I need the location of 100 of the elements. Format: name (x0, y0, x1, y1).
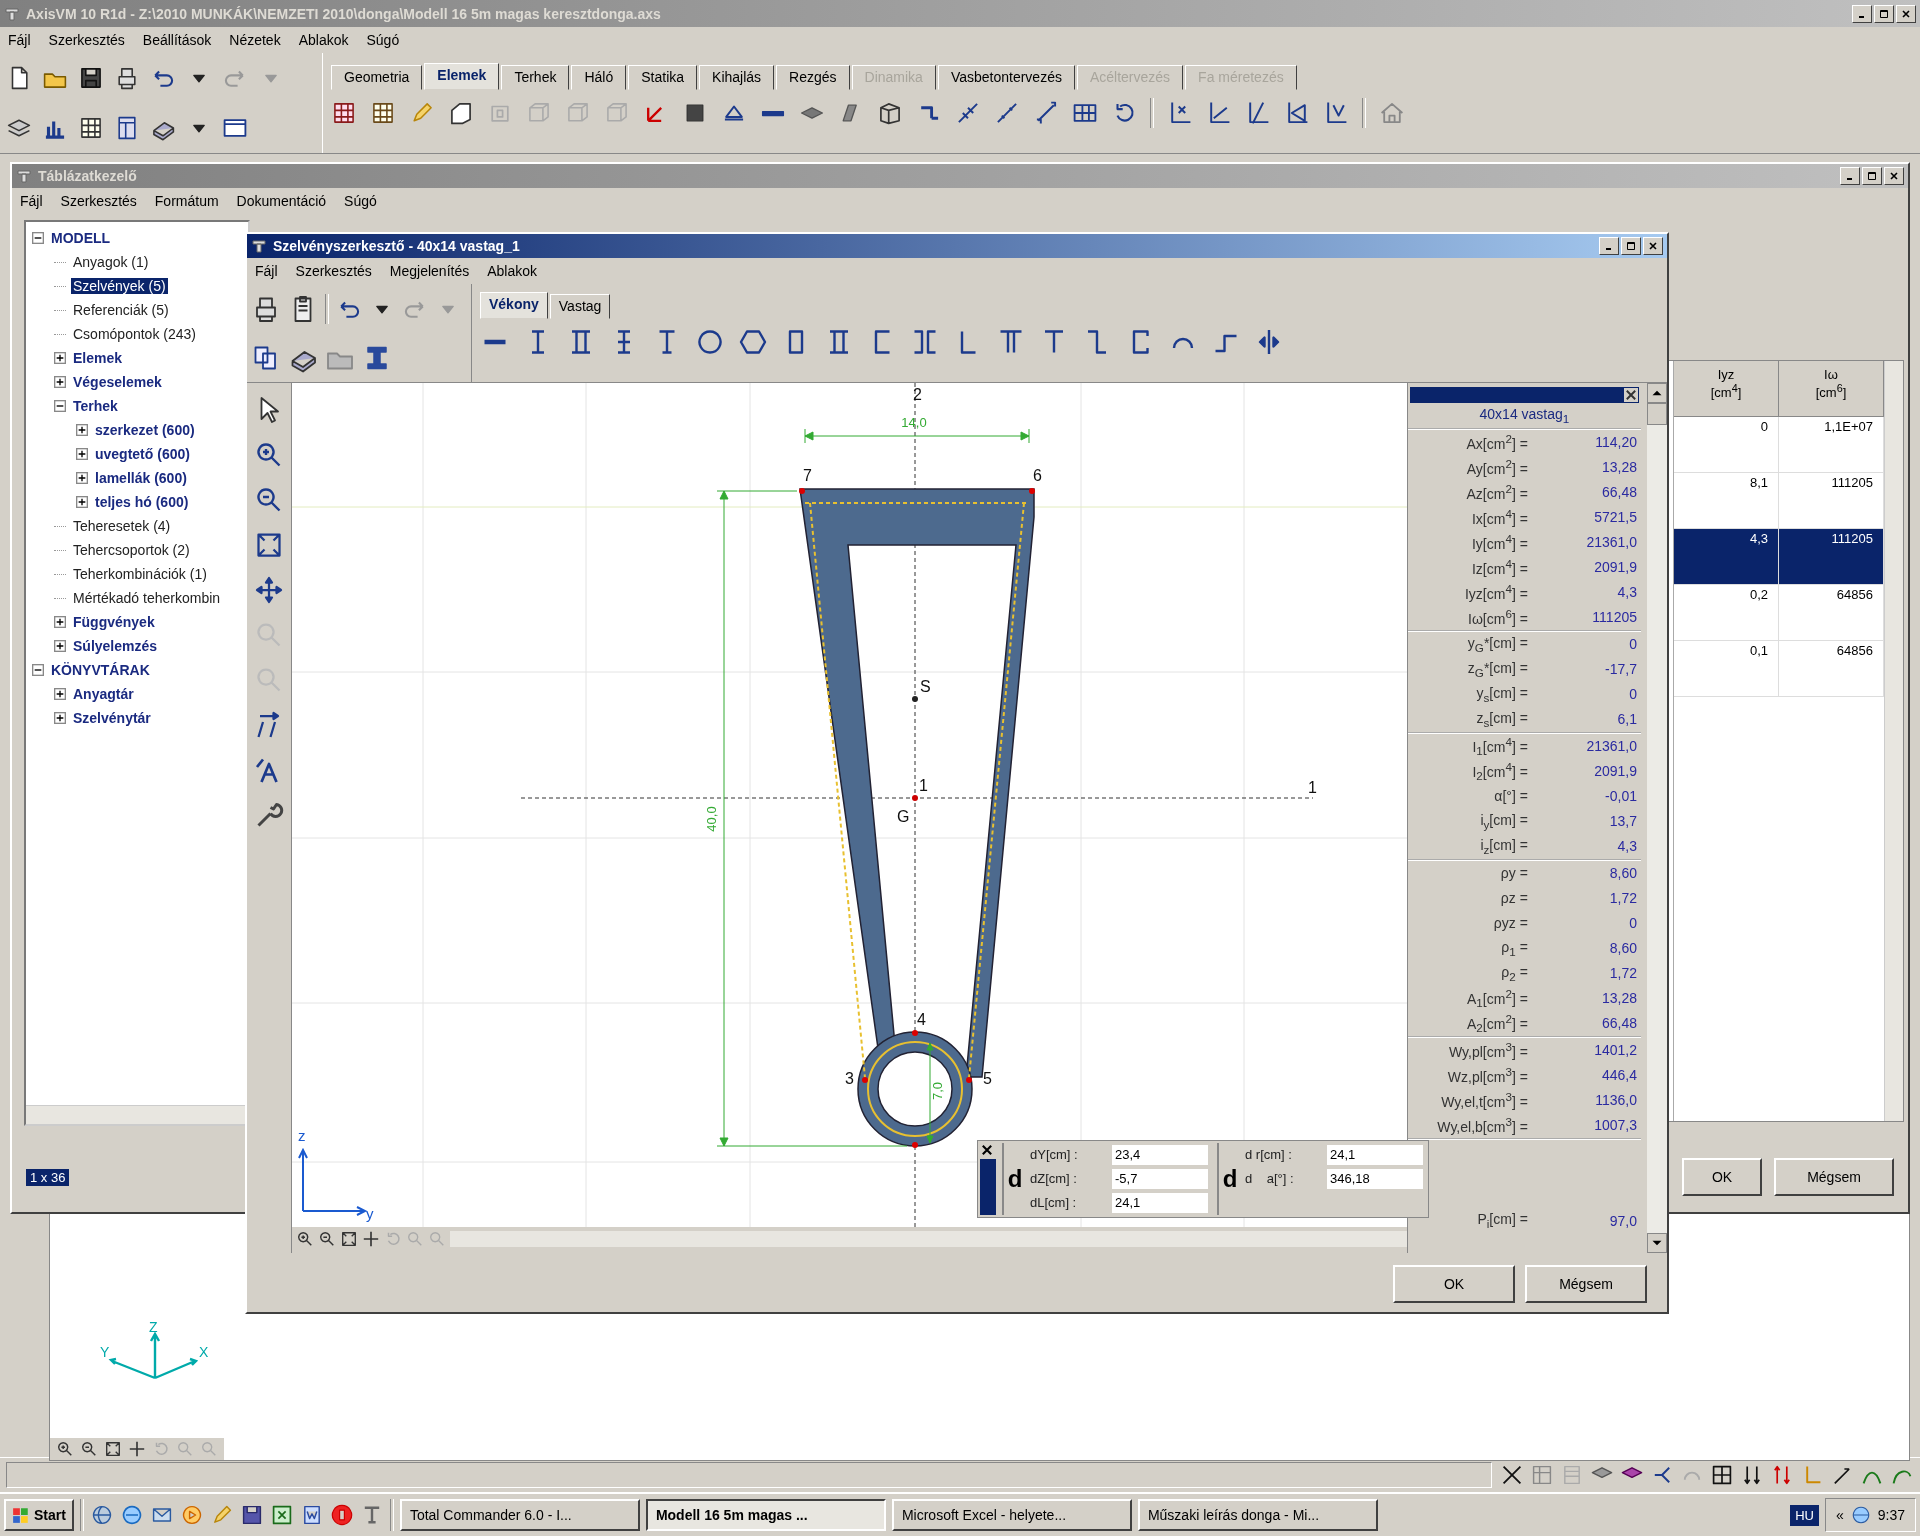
hexagon-section-icon[interactable] (738, 327, 768, 357)
collapse-icon[interactable] (54, 400, 66, 412)
save-icon[interactable] (78, 65, 104, 91)
tree-item[interactable]: teljes hó (600) (93, 494, 191, 510)
taskbar-button[interactable]: Modell 16 5m magas ... (645, 1499, 886, 1531)
menu-item[interactable]: Súgó (344, 193, 377, 209)
toolbar-tab[interactable]: Elemek (424, 63, 500, 90)
vertical-scrollbar[interactable] (1884, 361, 1903, 1121)
collapse-icon[interactable] (32, 664, 44, 676)
toolbar-tab[interactable]: Kihajlás (699, 65, 775, 90)
menu-item[interactable]: Fájl (20, 193, 43, 209)
menu-item[interactable]: Megjelenítés (389, 263, 470, 279)
vertical-scrollbar[interactable] (1647, 383, 1667, 1253)
menu-item[interactable]: Súgó (366, 32, 400, 48)
maximize-button[interactable] (1874, 4, 1894, 23)
zoom-fit-icon[interactable] (339, 1230, 358, 1248)
pan-icon[interactable] (128, 1440, 146, 1458)
menu-item[interactable]: Szerkesztés (48, 32, 125, 48)
toolbar-tab[interactable]: Terhek (501, 65, 570, 90)
tab[interactable]: Vékony (480, 292, 548, 319)
menu-item[interactable]: Szerkesztés (295, 263, 372, 279)
frame-icon[interactable] (877, 100, 903, 126)
dialog-button[interactable]: OK (1393, 1265, 1515, 1303)
column-header[interactable]: Iyz [cm$^{4}$] (1674, 361, 1779, 417)
plate-outline-icon[interactable] (448, 100, 474, 126)
readout-field[interactable]: 24,1 (1112, 1192, 1208, 1213)
tree-item[interactable]: szerkezet (600) (93, 422, 197, 438)
tree-item[interactable]: Anyagtár (71, 686, 136, 702)
taskbar-button[interactable]: Total Commander 6.0 - I... (399, 1499, 640, 1531)
expand-icon[interactable] (54, 352, 66, 364)
collapse-icon[interactable] (32, 232, 44, 244)
readout-field[interactable]: 346,18 (1327, 1168, 1423, 1189)
cross-icon[interactable] (1500, 1463, 1524, 1487)
tree-item[interactable]: KÖNYVTÁRAK (49, 662, 152, 678)
tree-item[interactable]: Teherkombinációk (1) (71, 566, 209, 582)
close-icon[interactable] (980, 1143, 994, 1157)
flag-icon[interactable] (12, 1506, 30, 1524)
expand-icon[interactable] (76, 496, 88, 508)
toolbar-tab[interactable]: Vasbetontervezés (937, 65, 1075, 90)
tree-item[interactable]: Végeselemek (71, 374, 164, 390)
horizontal-scrollbar[interactable] (26, 1105, 248, 1124)
toolbar-tab[interactable]: Háló (571, 65, 627, 90)
grid-icon[interactable] (1710, 1463, 1734, 1487)
minimize-button[interactable] (1599, 237, 1619, 255)
maximize-icon[interactable] (1626, 241, 1636, 251)
diagonal-line-icon[interactable] (994, 100, 1020, 126)
tree-item[interactable]: Szelvénytár (71, 710, 153, 726)
circle-section-icon[interactable] (695, 327, 725, 357)
expand-icon[interactable] (54, 712, 66, 724)
expand-icon[interactable] (76, 472, 88, 484)
tree-item[interactable]: Terhek (71, 398, 120, 414)
tree-item[interactable]: Elemek (71, 350, 125, 366)
scroll-thumb[interactable] (1647, 403, 1667, 425)
dialog-button[interactable]: Mégsem (1525, 1265, 1647, 1303)
expand-icon[interactable] (54, 616, 66, 628)
maximize-icon[interactable] (1879, 8, 1889, 19)
tree-item[interactable]: Függvények (71, 614, 157, 630)
menu-item[interactable]: Formátum (154, 193, 219, 209)
language-indicator[interactable]: HU (1790, 1504, 1819, 1526)
menu-item[interactable]: Szerkesztés (60, 193, 137, 209)
taskbar-button[interactable]: Műszaki leírás donga - Mi... (1137, 1499, 1378, 1531)
link-icon[interactable] (955, 100, 981, 126)
menu-item[interactable]: Ablakok (487, 263, 537, 279)
horizontal-scrollbar[interactable] (449, 1231, 1407, 1247)
menu-item[interactable]: Ablakok (298, 32, 349, 48)
close-icon[interactable] (1901, 8, 1911, 19)
tree-item[interactable]: uvegtető (600) (93, 446, 192, 462)
tree-item[interactable]: Mértékadó teherkombin (71, 590, 223, 606)
zoom-in-icon[interactable] (56, 1440, 74, 1458)
menu-item[interactable]: Dokumentáció (236, 193, 327, 209)
dialog-button[interactable]: OK (1682, 1158, 1762, 1196)
toolbar-tab[interactable]: Geometria (331, 65, 423, 90)
grip-bar[interactable] (980, 1159, 996, 1215)
readout-field[interactable]: 24,1 (1327, 1144, 1423, 1165)
expand-icon[interactable] (76, 448, 88, 460)
expand-icon[interactable] (54, 640, 66, 652)
readout-field[interactable]: -5,7 (1112, 1168, 1208, 1189)
cross-section-drawing[interactable] (798, 488, 1035, 1148)
tab[interactable]: Vastag (549, 294, 611, 319)
tray-toggle[interactable]: « (1835, 1507, 1844, 1523)
zoom-out-icon[interactable] (317, 1230, 336, 1248)
start-button[interactable]: Start (4, 1499, 74, 1531)
grid-table-icon[interactable] (331, 100, 357, 126)
zoom-fit-icon[interactable] (104, 1440, 122, 1458)
tree-item[interactable]: lamellák (600) (93, 470, 189, 486)
close-button[interactable] (1643, 237, 1663, 255)
scroll-up-icon[interactable] (1647, 383, 1667, 403)
close-icon[interactable] (1648, 241, 1658, 251)
minimize-button[interactable] (1852, 4, 1872, 23)
close-icon[interactable] (1624, 388, 1638, 402)
dialog-button[interactable]: Mégsem (1774, 1158, 1894, 1196)
stop-icon[interactable] (329, 1503, 354, 1527)
pan-icon[interactable] (253, 575, 284, 605)
toolbar-tab[interactable]: Statika (628, 65, 698, 90)
grid-table-icon[interactable] (78, 115, 104, 141)
grid-table-icon[interactable] (370, 100, 396, 126)
menu-item[interactable]: Fájl (8, 32, 31, 48)
readout-field[interactable]: 23,4 (1112, 1144, 1208, 1165)
tree-item[interactable]: Anyagok (1) (71, 254, 151, 270)
tree-item[interactable]: Szelvények (5) (71, 278, 168, 294)
